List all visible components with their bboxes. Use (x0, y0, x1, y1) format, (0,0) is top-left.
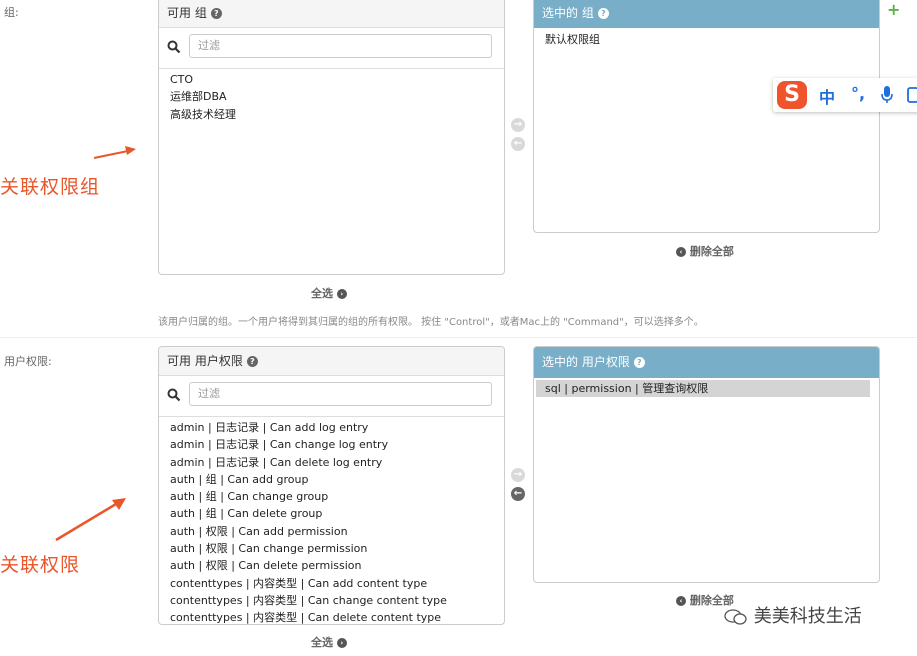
available-permissions-header: 可用 用户权限? (159, 347, 504, 376)
annotation-arrow (55, 498, 126, 542)
chosen-groups-title: 选中的 组 (542, 6, 594, 20)
wechat-icon (724, 609, 747, 625)
available-groups-title: 可用 组 (167, 6, 207, 20)
ime-punct[interactable]: °, (851, 84, 865, 103)
search-icon (167, 388, 181, 402)
permission-option[interactable]: admin | 日志记录 | Can add log entry (159, 419, 504, 436)
remove-all-icon: ‹ (676, 247, 686, 257)
groups-help-text: 该用户归属的组。一个用户将得到其归属的组的所有权限。 按住 "Control"，… (158, 317, 704, 328)
groups-remove-all-button[interactable]: ‹ 删除全部 (676, 243, 734, 259)
permission-option[interactable]: admin | 日志记录 | Can delete log entry (159, 454, 504, 471)
help-icon[interactable]: ? (210, 8, 222, 19)
group-option[interactable]: 高级技术经理 (159, 106, 504, 123)
available-permissions-title: 可用 用户权限 (167, 354, 243, 368)
groups-filter-input[interactable]: 过滤 (189, 34, 492, 58)
help-icon[interactable]: ? (633, 357, 645, 368)
remove-selected-icon[interactable]: ← (511, 487, 525, 501)
permission-option[interactable]: auth | 权限 | Can change permission (159, 540, 504, 557)
remove-all-icon: ‹ (676, 596, 686, 606)
available-permissions-box: 可用 用户权限? 过滤 admin | 日志记录 | Can add log e… (158, 346, 505, 625)
groups-remove-all-label: 删除全部 (689, 245, 734, 258)
chosen-permissions-header: 选中的 用户权限? (534, 347, 879, 378)
watermark: 美美科技生活 (724, 602, 862, 628)
remove-selected-icon[interactable]: ← (511, 137, 525, 151)
available-groups-header: 可用 组? (159, 0, 504, 28)
permissions-label: 用户权限: (4, 355, 52, 368)
chosen-groups-list[interactable]: 默认权限组 (534, 28, 879, 48)
chosen-groups-box: 选中的 组? 默认权限组 (533, 0, 880, 233)
microphone-icon[interactable] (881, 86, 893, 104)
help-icon[interactable]: ? (597, 8, 609, 19)
groups-choose-all-label: 全选 (311, 287, 333, 300)
sogou-logo-icon: S (777, 81, 807, 109)
group-option[interactable]: 运维部DBA (159, 88, 504, 105)
section-divider (0, 337, 917, 338)
add-selected-icon[interactable]: → (511, 118, 525, 132)
permission-option[interactable]: contenttypes | 内容类型 | Can add content ty… (159, 575, 504, 592)
permissions-choose-all-button[interactable]: 全选 › (311, 634, 347, 650)
permissions-choose-all-label: 全选 (311, 636, 333, 649)
choose-all-icon: › (336, 638, 347, 648)
groups-label: 组: (4, 6, 19, 19)
group-option[interactable]: CTO (159, 71, 504, 88)
permissions-filter-row: 过滤 (159, 376, 504, 417)
permission-option[interactable]: contenttypes | 内容类型 | Can change content… (159, 592, 504, 609)
permission-option[interactable]: auth | 权限 | Can add permission (159, 523, 504, 540)
permission-option[interactable]: auth | 组 | Can add group (159, 471, 504, 488)
choose-all-icon: › (336, 289, 347, 299)
permission-option[interactable]: auth | 组 | Can delete group (159, 505, 504, 522)
available-groups-box: 可用 组? 过滤 CTO 运维部DBA 高级技术经理 (158, 0, 505, 275)
ime-lang[interactable]: 中 (819, 84, 835, 108)
groups-annotation: 关联权限组 (0, 176, 101, 198)
annotation-arrow (93, 146, 136, 159)
permission-option[interactable]: admin | 日志记录 | Can change log entry (159, 436, 504, 453)
permission-option[interactable]: auth | 组 | Can change group (159, 488, 504, 505)
groups-choose-all-button[interactable]: 全选 › (311, 285, 347, 301)
add-selected-icon[interactable]: → (511, 468, 525, 482)
permissions-annotation: 关联权限 (0, 554, 81, 576)
chosen-permissions-box: 选中的 用户权限? sql | permission | 管理查询权限 (533, 346, 880, 583)
search-icon (167, 40, 181, 54)
watermark-text: 美美科技生活 (753, 606, 862, 627)
help-icon[interactable]: ? (246, 356, 258, 367)
chosen-permissions-list[interactable]: sql | permission | 管理查询权限 (534, 378, 879, 398)
chosen-groups-header: 选中的 组? (534, 0, 879, 28)
permission-option[interactable]: auth | 权限 | Can delete permission (159, 557, 504, 574)
add-icon[interactable]: + (887, 0, 900, 19)
permissions-filter-input[interactable]: 过滤 (189, 382, 492, 406)
permission-option[interactable]: contenttypes | 内容类型 | Can delete content… (159, 609, 504, 624)
ime-toolbar[interactable]: S 中 °, (773, 78, 917, 112)
groups-filter-row: 过滤 (159, 28, 504, 69)
available-permissions-list[interactable]: admin | 日志记录 | Can add log entry admin | … (159, 417, 504, 624)
available-groups-list[interactable]: CTO 运维部DBA 高级技术经理 (159, 69, 504, 123)
chosen-group-option[interactable]: 默认权限组 (534, 31, 879, 48)
keyboard-icon[interactable] (907, 87, 917, 103)
chosen-permission-option[interactable]: sql | permission | 管理查询权限 (536, 380, 870, 398)
chosen-permissions-title: 选中的 用户权限 (542, 355, 630, 369)
